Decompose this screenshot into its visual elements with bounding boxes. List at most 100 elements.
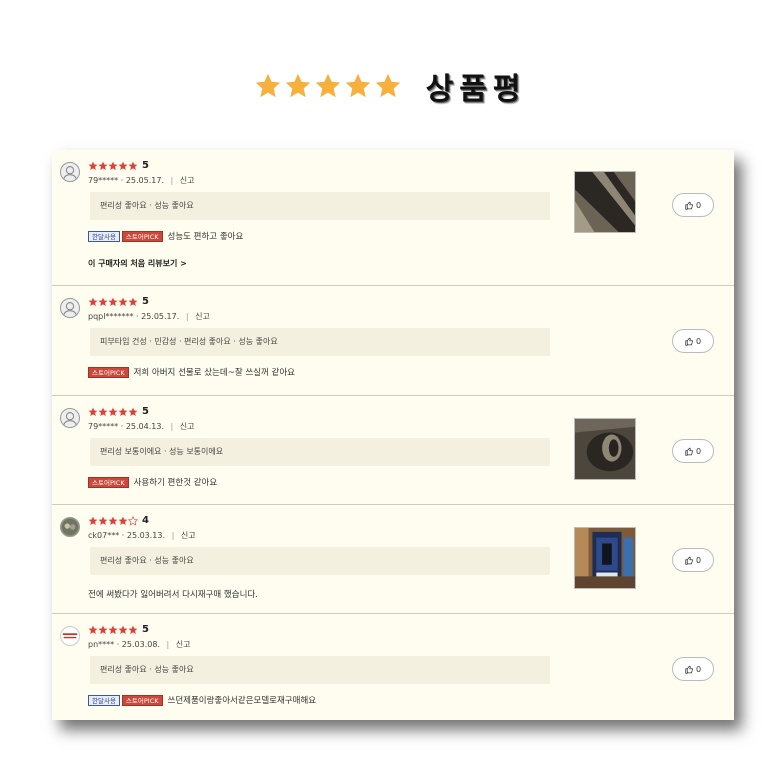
like-button[interactable]: 0 [672, 193, 714, 217]
review-date: · 25.03.08. [116, 640, 160, 649]
meta-separator: | [185, 312, 189, 321]
star-icon [108, 161, 118, 170]
review-item: 5 79***** · 25.04.13. | 신고 편리성 보통이에요 · 성… [52, 396, 734, 505]
star-icon [108, 625, 118, 634]
review-meta: pn**** · 25.03.08. | 신고 [88, 639, 191, 650]
star-icon [88, 297, 98, 306]
reviewer-id: ck07*** [88, 531, 120, 540]
thumbs-up-icon [685, 665, 693, 674]
review-comment: 전에 써봤다가 잃어버려서 다시재구매 했습니다. [88, 590, 258, 600]
review-date: · 25.05.17. [136, 312, 180, 321]
page-title: 상품평 [425, 72, 527, 107]
like-count: 0 [695, 664, 702, 674]
avatar [60, 408, 80, 428]
review-meta: pqpl******* · 25.05.17. | 신고 [88, 311, 210, 322]
reviewer-id: 79***** [88, 422, 119, 431]
badge-store-pick: 스토어PICK [88, 366, 129, 378]
review-list: 5 79***** · 25.05.17. | 신고 편리성 좋아요 · 성능 … [52, 150, 734, 720]
review-attributes: 편리성 좋아요 · 성능 좋아요 [90, 547, 550, 575]
review-comment-line: 한달사용 스토어PICK 쓰던제품이랑좋아서같은모델로재구매해요 [88, 694, 316, 706]
star-icon [118, 297, 128, 306]
star-icon [128, 161, 138, 170]
rating-score: 5 [142, 624, 149, 635]
report-link[interactable]: 신고 [195, 312, 210, 321]
first-review-link[interactable]: 이 구매자의 처음 리뷰보기 > [88, 258, 187, 269]
like-button[interactable]: 0 [672, 329, 714, 353]
review-photo[interactable] [574, 527, 636, 589]
rating-score: 5 [142, 296, 149, 307]
review-comment: 사용하기 편한것 같아요 [133, 478, 218, 488]
star-icon [118, 407, 128, 416]
star-icon [88, 407, 98, 416]
review-header: 상품평 [0, 64, 780, 108]
meta-separator: | [171, 531, 175, 540]
like-button[interactable]: 0 [672, 657, 714, 681]
review-photo[interactable] [574, 418, 636, 480]
star-icon [108, 407, 118, 416]
star-empty-icon [128, 515, 138, 526]
reviewer-id: pn**** [88, 640, 115, 649]
review-comment-line: 스토어PICK 사용하기 편한것 같아요 [88, 476, 217, 488]
badge-store-pick: 스토어PICK [121, 694, 163, 706]
star-icon [98, 407, 108, 416]
meta-separator: | [170, 176, 174, 185]
meta-separator: | [170, 422, 174, 431]
review-item: 5 pqpl******* · 25.05.17. | 신고 피부타입 건성 ·… [52, 286, 734, 396]
like-button[interactable]: 0 [672, 548, 714, 572]
rating-stars [88, 161, 138, 171]
rating-score: 4 [142, 515, 149, 526]
review-rating: 5 [88, 624, 149, 635]
star-icon [88, 625, 98, 634]
review-attributes: 편리성 좋아요 · 성능 좋아요 [90, 192, 550, 220]
like-count: 0 [695, 336, 702, 346]
review-comment: 쓰던제품이랑좋아서같은모델로재구매해요 [167, 696, 317, 706]
like-count: 0 [695, 200, 702, 210]
review-rating: 5 [88, 160, 149, 171]
thumbs-up-icon [685, 556, 693, 565]
like-button[interactable]: 0 [672, 439, 714, 463]
thumbs-up-icon [685, 447, 693, 456]
reviewer-id: pqpl******* [88, 312, 134, 321]
review-meta: ck07*** · 25.03.13. | 신고 [88, 530, 196, 541]
review-rating: 5 [88, 296, 149, 307]
badge-store-pick: 스토어PICK [88, 476, 129, 488]
star-icon [98, 625, 108, 634]
star-icon [255, 73, 280, 98]
rating-score: 5 [142, 160, 149, 171]
meta-separator: | [166, 640, 170, 649]
review-rating: 4 [88, 515, 149, 526]
review-date: · 25.04.13. [120, 422, 164, 431]
thumbs-up-icon [685, 201, 693, 210]
star-icon [108, 297, 118, 306]
review-meta: 79***** · 25.05.17. | 신고 [88, 175, 195, 186]
review-attributes: 편리성 좋아요 · 성능 좋아요 [90, 656, 550, 684]
star-icon [345, 73, 370, 98]
review-comment: 저희 아버지 선물로 샀는데~잘 쓰실꺼 같아요 [133, 368, 295, 378]
rating-stars [88, 625, 138, 635]
review-comment: 성능도 편하고 좋아요 [167, 232, 244, 242]
star-icon [108, 516, 118, 525]
report-link[interactable]: 신고 [180, 422, 195, 431]
avatar [60, 162, 80, 182]
star-icon [118, 625, 128, 634]
report-link[interactable]: 신고 [181, 531, 196, 540]
star-icon [118, 161, 128, 170]
report-link[interactable]: 신고 [180, 176, 195, 185]
star-icon [98, 161, 108, 170]
review-comment-line: 스토어PICK 저희 아버지 선물로 샀는데~잘 쓰실꺼 같아요 [88, 366, 295, 378]
badge-month-use: 한달사용 [88, 694, 120, 706]
header-rating-stars [254, 72, 402, 100]
reviewer-id: 79***** [88, 176, 119, 185]
review-item: 5 79***** · 25.05.17. | 신고 편리성 좋아요 · 성능 … [52, 150, 734, 286]
review-attributes: 편리성 보통이에요 · 성능 보통이에요 [90, 438, 550, 466]
avatar [60, 517, 80, 537]
star-icon [118, 516, 128, 525]
review-item: 5 pn**** · 25.03.08. | 신고 편리성 좋아요 · 성능 좋… [52, 614, 734, 720]
report-link[interactable]: 신고 [176, 640, 191, 649]
rating-stars [88, 515, 138, 526]
review-photo[interactable] [574, 171, 636, 233]
star-icon [98, 297, 108, 306]
star-icon [128, 297, 138, 306]
badge-store-pick: 스토어PICK [121, 230, 163, 242]
review-rating: 5 [88, 406, 149, 417]
